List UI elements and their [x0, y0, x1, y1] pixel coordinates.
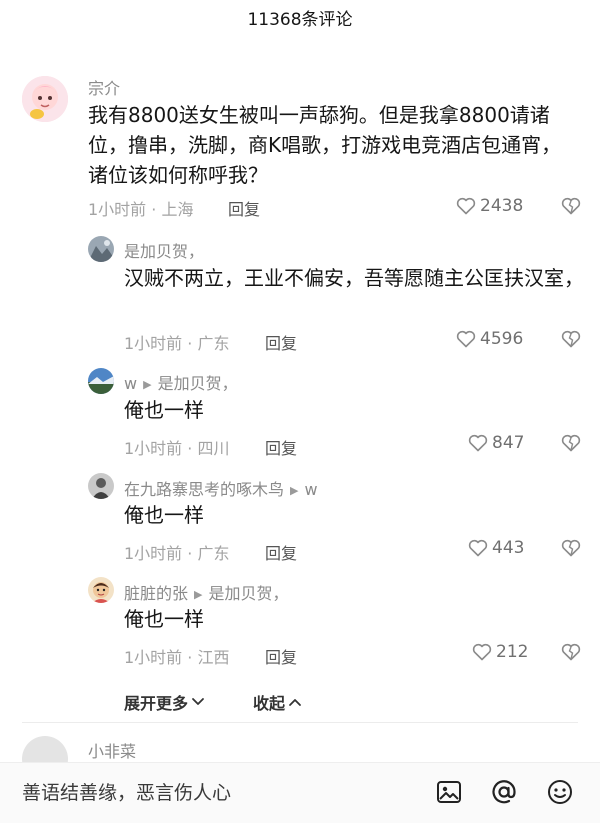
broken-heart-icon [561, 330, 581, 348]
reply-text: 俺也一样 [124, 607, 204, 631]
reply-button[interactable]: 回复 [265, 540, 297, 564]
reply-username[interactable]: 在九路寨思考的啄木鸟 [124, 480, 284, 499]
comment-meta: 1小时前 · 上海 [88, 200, 194, 219]
collapse-label: 收起 [253, 694, 286, 713]
like-count: 443 [492, 538, 525, 558]
reply-to-username[interactable]: w [304, 480, 317, 499]
reply-to-username[interactable]: 是加贝贺， [158, 374, 238, 393]
chevron-down-icon [192, 698, 204, 705]
reply-username[interactable]: 是加贝贺， [124, 238, 204, 262]
broken-heart-icon [561, 434, 581, 452]
reply-button[interactable]: 回复 [265, 644, 297, 668]
emoji-button[interactable] [546, 778, 574, 810]
dislike-button[interactable] [561, 539, 581, 561]
avatar[interactable] [88, 368, 114, 394]
dislike-button[interactable] [561, 643, 581, 665]
avatar-image [88, 577, 114, 603]
reply-button[interactable]: 回复 [228, 196, 260, 220]
reply-username[interactable]: w [124, 374, 137, 393]
reply-to-arrow-icon: ▶ [143, 378, 152, 391]
comment-username[interactable]: 小非菜 [88, 738, 136, 762]
reply-username-line: 在九路寨思考的啄木鸟 ▶ w [124, 476, 318, 500]
comment-input[interactable]: 善语结善缘，恶言伤人心 [22, 775, 422, 811]
like-count: 4596 [480, 329, 524, 349]
reply-button[interactable]: 回复 [265, 435, 297, 459]
reply-text: 俺也一样 [124, 503, 204, 527]
collapse-button[interactable]: 收起 [253, 690, 302, 714]
reply-username[interactable]: 脏脏的张 [124, 584, 188, 603]
like-count: 212 [496, 642, 529, 662]
like-button[interactable]: 4596 [456, 329, 523, 349]
reply-button[interactable]: 回复 [265, 330, 297, 354]
like-button[interactable]: 212 [472, 642, 528, 662]
broken-heart-icon [561, 197, 581, 215]
expand-more-button[interactable]: 展开更多 [124, 690, 205, 714]
broken-heart-icon [561, 643, 581, 661]
dislike-button[interactable] [561, 330, 581, 352]
comment-divider [22, 722, 578, 723]
reply-username-line: 脏脏的张 ▶ 是加贝贺， [124, 580, 289, 604]
reply-meta: 1小时前 · 四川 [124, 439, 230, 458]
chevron-up-icon [289, 699, 301, 706]
comment-username[interactable]: 宗介 [88, 75, 120, 99]
dislike-button[interactable] [561, 197, 581, 219]
reply-meta: 1小时前 · 广东 [124, 334, 230, 353]
expand-more-label: 展开更多 [124, 694, 189, 713]
avatar[interactable] [88, 236, 114, 262]
dislike-button[interactable] [561, 434, 581, 456]
like-button[interactable]: 2438 [456, 196, 523, 216]
reply-username-line: w ▶ 是加贝贺， [124, 370, 238, 394]
heart-icon [468, 434, 488, 452]
comment-input-bar: 善语结善缘，恶言伤人心 [0, 762, 600, 823]
heart-icon [456, 197, 476, 215]
heart-icon [468, 539, 488, 557]
like-button[interactable]: 443 [468, 538, 524, 558]
reply-to-arrow-icon: ▶ [194, 588, 203, 601]
avatar-image [88, 473, 114, 499]
reply-meta: 1小时前 · 广东 [124, 544, 230, 563]
replies-expand-row: 展开更多 收起 [124, 690, 302, 714]
reply-text: 俺也一样 [124, 398, 204, 422]
heart-icon [456, 330, 476, 348]
reply-to-username[interactable]: 是加贝贺， [208, 584, 288, 603]
smiley-icon [548, 780, 572, 804]
reply-to-arrow-icon: ▶ [290, 484, 299, 497]
heart-icon [472, 643, 492, 661]
avatar[interactable] [88, 473, 114, 499]
reply-text: 汉贼不两立，王业不偏安，吾等愿随主公匡扶汉室， [124, 266, 584, 290]
avatar-image [22, 76, 68, 122]
like-button[interactable]: 847 [468, 433, 524, 453]
image-icon [437, 781, 461, 803]
avatar-image [88, 236, 114, 262]
avatar[interactable] [22, 76, 68, 122]
like-count: 847 [492, 433, 525, 453]
like-count: 2438 [480, 196, 524, 216]
mention-button[interactable] [490, 778, 518, 810]
avatar-image [88, 368, 114, 394]
reply-meta: 1小时前 · 江西 [124, 648, 230, 667]
comment-input-placeholder: 善语结善缘，恶言伤人心 [22, 782, 232, 804]
main-comment: 宗介 我有8800送女生被叫一声舔狗。但是我拿8800请诸位，撸串，洗脚，商K唱… [0, 0, 600, 230]
comment-text: 我有8800送女生被叫一声舔狗。但是我拿8800请诸位，撸串，洗脚，商K唱歌，打… [88, 103, 562, 187]
image-button[interactable] [435, 778, 463, 810]
avatar[interactable] [88, 577, 114, 603]
at-icon [492, 780, 516, 804]
broken-heart-icon [561, 539, 581, 557]
